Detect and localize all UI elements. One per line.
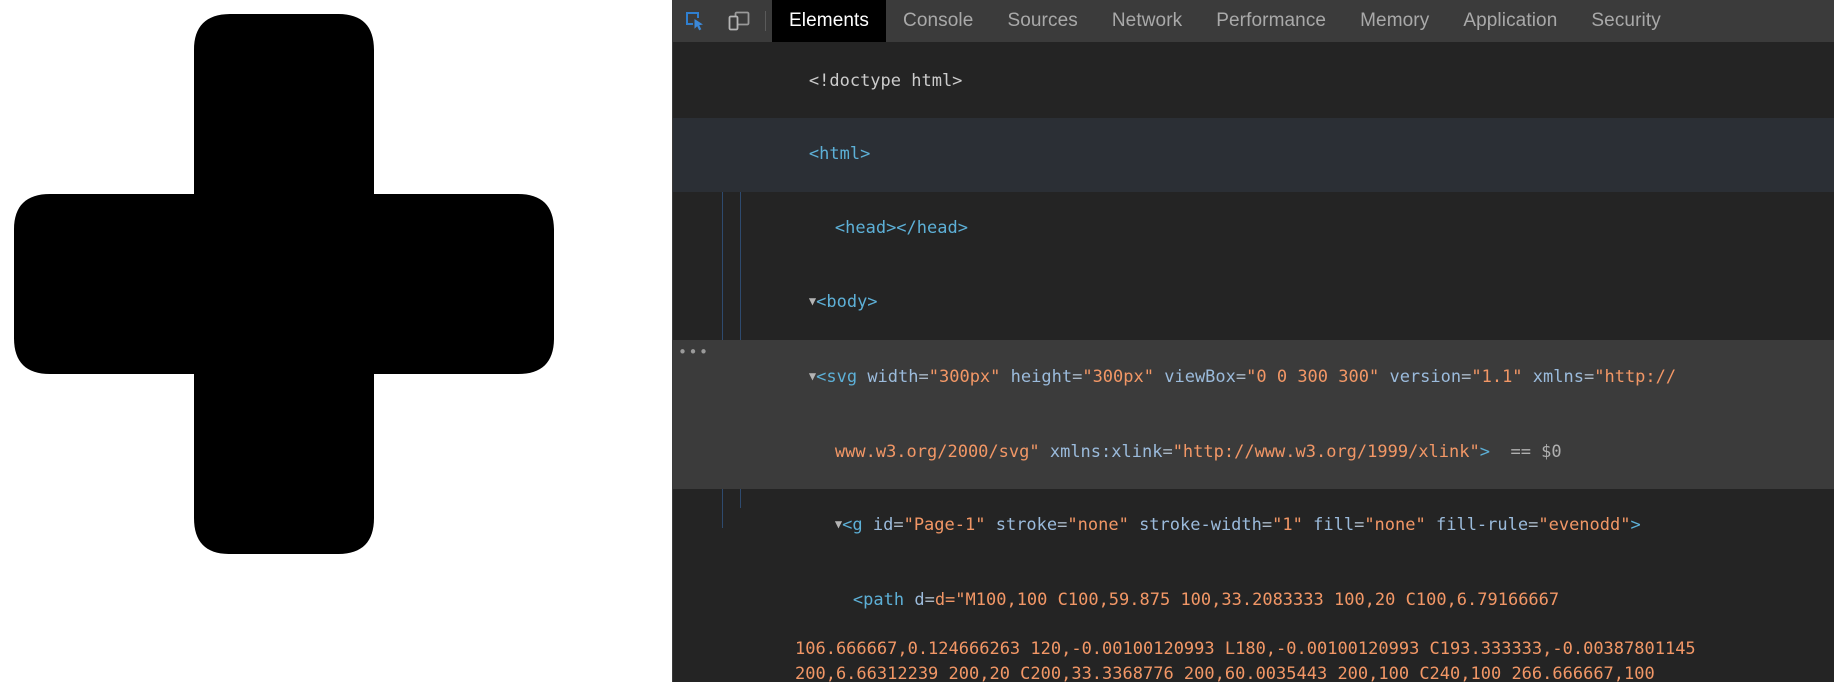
sp-2 [1154,367,1164,387]
body-open-tag: <body> [816,291,878,312]
svg-attr-xmlns-value-part1: "http:// [1594,366,1677,387]
sp-9 [1303,515,1313,535]
devtools-tabbar: Elements Console Sources Network Perform… [673,0,1834,42]
expand-triangle-icon-svg[interactable]: ▼ [809,364,816,389]
dom-row-head[interactable]: <head></head> [673,192,1834,266]
doctype-text: <!doctype html> [808,70,963,91]
eq-5: = [1583,366,1595,387]
eq-3: = [1235,366,1247,387]
dom-row-path-line-2: 200,6.66312239 200,20 C200,33.3368776 20… [673,662,1834,682]
path-d-line-2: 200,6.66312239 200,20 C200,33.3368776 20… [795,663,1655,682]
svg-attr-xmlns-value-part2: www.w3.org/2000/svg" [834,441,1040,462]
page-viewport [0,0,672,682]
svg-open-tag: <svg [816,366,868,387]
eq-2: = [1072,366,1083,387]
path-d-line-0: d="M100,100 C100,59.875 100,33.2083333 1… [934,590,1560,611]
svg-attr-xlink-name: xmlns:xlink [1049,441,1163,462]
g-open-tag: <g [842,515,873,536]
plus-cross-path [14,14,554,554]
svg-attr-width-value: "300px" [928,366,1001,387]
dom-row-html-open[interactable]: <html> [673,117,1834,192]
html-open-tag: <html> [808,144,871,165]
selected-node-marker: == $0 [1510,441,1562,462]
g-attr-stroke-value: "none" [1067,515,1129,536]
sp-10 [1426,515,1436,535]
tab-sources[interactable]: Sources [990,0,1094,42]
tab-security[interactable]: Security [1574,0,1677,42]
svg-attr-viewbox-value: "0 0 300 300" [1246,366,1380,387]
dom-row-body-open[interactable]: ▼<body> [673,265,1834,340]
dom-row-path-line-1: 106.666667,0.124666263 120,-0.0010012099… [673,637,1834,662]
svg-attr-width-name: width [867,366,919,387]
g-attr-fill-value: "none" [1364,515,1426,536]
svg-attr-version-name: version [1389,366,1462,387]
path-open-tag: <path [852,590,915,611]
path-d-line-1: 106.666667,0.124666263 120,-0.0010012099… [795,639,1696,660]
path-attr-d-name: d [914,590,925,611]
screen-root: Elements Console Sources Network Perform… [0,0,1834,682]
g-attr-stroke-name: stroke [995,515,1058,536]
device-toolbar-icon[interactable] [717,0,761,42]
eq-8: = [1057,515,1068,536]
svg-attr-height-value: "300px" [1082,366,1154,387]
eq-10: = [1354,515,1365,536]
tab-performance[interactable]: Performance [1199,0,1343,42]
tab-console[interactable]: Console [886,0,990,42]
g-open-tag-close: > [1630,515,1641,536]
eq-6: = [1162,441,1173,462]
dom-row-g-open[interactable]: ▼<g id="Page-1" stroke="none" stroke-wid… [673,489,1834,564]
inspect-element-icon[interactable] [673,0,717,42]
tab-application[interactable]: Application [1446,0,1574,42]
g-attr-id-name: id [872,515,894,536]
g-attr-strokewidth-value: "1" [1272,515,1303,536]
dom-row-path-line-0[interactable]: <path d=d="M100,100 C100,59.875 100,33.2… [673,563,1834,637]
svg-attr-version-value: "1.1" [1471,366,1523,387]
eq-1: = [918,366,929,387]
eq-7: = [893,515,904,536]
tab-elements[interactable]: Elements [772,0,887,42]
dom-row-doctype[interactable]: <!doctype html> [673,44,1834,118]
sp-7 [985,515,995,535]
svg-open-tag-close: > [1479,441,1490,462]
g-attr-fillrule-name: fill-rule [1435,515,1529,536]
g-attr-fillrule-value: "evenodd" [1538,515,1631,536]
sp-3 [1379,367,1389,387]
svg-attr-xlink-value: "http://www.w3.org/1999/xlink" [1172,441,1480,462]
svg-group-page-1 [14,14,554,554]
g-attr-fill-name: fill [1313,515,1355,536]
head-tag: <head></head> [834,218,968,239]
dom-row-svg-open[interactable]: ••• ▼<svg width="300px" height="300px" vi… [673,340,1834,415]
tab-network[interactable]: Network [1095,0,1199,42]
more-options-icon[interactable]: ••• [678,340,710,365]
tab-memory[interactable]: Memory [1343,0,1446,42]
dom-tree[interactable]: <!doctype html> <html> <head></head> ▼<b… [673,42,1834,682]
plus-cross-svg [14,14,554,554]
sp-5 [1040,442,1050,462]
sp-8 [1129,515,1139,535]
devtools-panel: Elements Console Sources Network Perform… [672,0,1834,682]
sp-1 [1000,367,1010,387]
g-attr-strokewidth-name: stroke-width [1139,515,1262,536]
eq-9: = [1261,515,1273,536]
toolbar-divider [765,11,766,31]
expand-triangle-icon-g[interactable]: ▼ [835,512,842,537]
sp-6 [1490,442,1510,462]
dom-row-svg-open-cont[interactable]: www.w3.org/2000/svg" xmlns:xlink="http:/… [673,414,1834,489]
svg-attr-viewbox-name: viewBox [1164,366,1236,387]
svg-attr-xmlns-name: xmlns [1532,366,1584,387]
g-attr-id-value: "Page-1" [903,515,986,536]
expand-triangle-icon[interactable]: ▼ [809,289,816,314]
svg-attr-height-name: height [1010,366,1073,387]
eq-12: = [924,590,935,611]
eq-11: = [1528,515,1539,536]
eq-4: = [1461,366,1472,387]
sp-4 [1523,367,1533,387]
